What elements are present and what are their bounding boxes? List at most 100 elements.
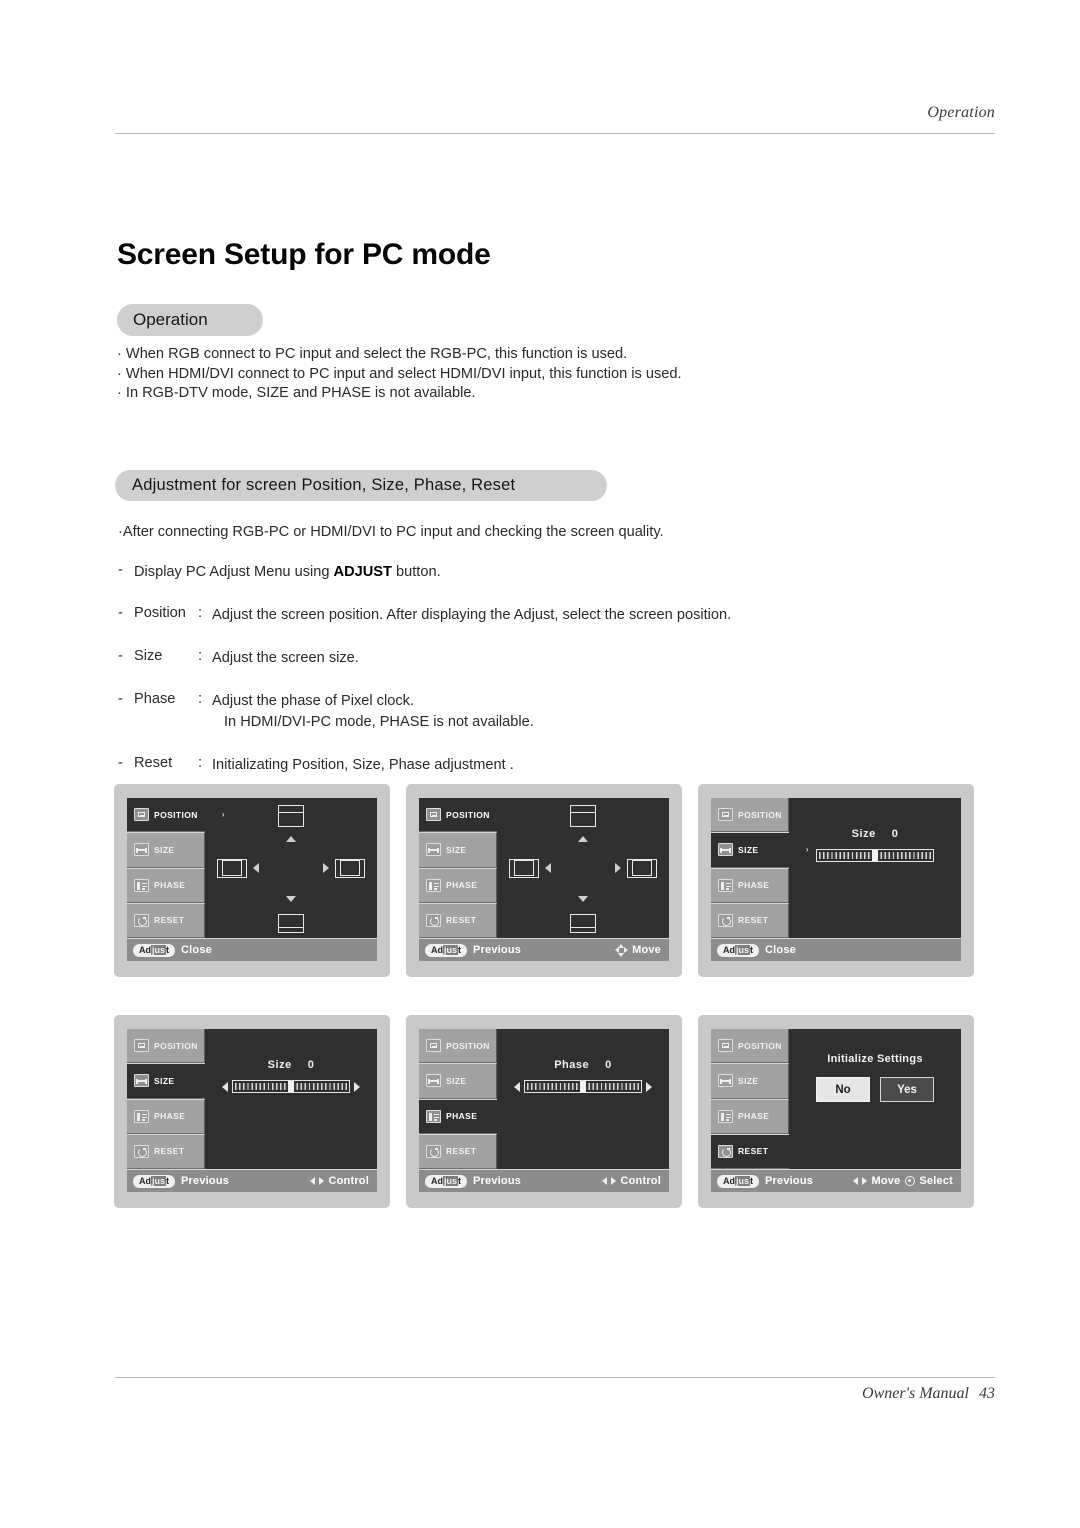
adjustment-steps: ·After connecting RGB-PC or HDMI/DVI to … <box>118 524 978 798</box>
size-icon <box>718 1074 733 1087</box>
osd-menu-item-position[interactable]: POSITION <box>419 798 497 832</box>
slider-increase-caret[interactable] <box>646 1082 652 1092</box>
slider-value: 0 <box>892 828 899 840</box>
monitor-up-screen <box>278 812 304 827</box>
size-icon <box>426 1074 441 1087</box>
position-adjust-diagram <box>205 798 377 938</box>
osd-menu-item-label: POSITION <box>446 1041 490 1051</box>
osd-menu-item-size[interactable]: SIZE <box>711 1063 789 1098</box>
step-colon: : <box>198 755 212 771</box>
osd-menu-item-phase[interactable]: PHASE <box>711 1099 789 1134</box>
arrow-right-icon <box>323 863 329 873</box>
osd-slider-pane: Size0 <box>789 798 961 938</box>
phase-icon <box>718 879 733 892</box>
position-icon <box>134 1039 149 1052</box>
osd-panel-size-control: POSITIONSIZEPHASERESETSize0AdjustPreviou… <box>114 1015 390 1208</box>
osd-menu-item-reset[interactable]: RESET <box>419 1134 497 1169</box>
osd-menu-item-size[interactable]: SIZE <box>127 832 205 867</box>
osd-menu-item-position[interactable]: POSITION <box>711 1029 789 1063</box>
slider-row <box>497 1080 669 1093</box>
header-divider <box>115 133 995 134</box>
arrow-down-icon <box>286 896 296 902</box>
osd-menu-item-size[interactable]: SIZE <box>419 1063 497 1098</box>
osd-menu-item-position[interactable]: POSITION <box>419 1029 497 1063</box>
initialize-dialog-title: Initialize Settings <box>789 1053 961 1065</box>
osd-menu-item-size[interactable]: SIZE <box>127 1063 205 1098</box>
adjust-key-chip[interactable]: Adjust <box>133 944 175 957</box>
slider-label: Size0 <box>789 828 961 840</box>
monitor-down-screen <box>570 914 596 928</box>
list-item: · In RGB-DTV mode, SIZE and PHASE is not… <box>117 384 977 404</box>
adjust-key-chip[interactable]: Adjust <box>717 944 759 957</box>
phase-icon <box>134 1110 149 1123</box>
osd-panel-size-close: POSITIONSIZE›PHASERESETSize0AdjustClose <box>698 784 974 977</box>
osd-menu-item-label: RESET <box>446 1146 476 1156</box>
slider-track[interactable] <box>524 1080 642 1093</box>
slider-track[interactable] <box>232 1080 350 1093</box>
osd-menu-item-reset[interactable]: RESET <box>127 1134 205 1169</box>
step-row-size: - Size : Adjust the screen size. <box>118 648 978 669</box>
slider-decrease-caret[interactable] <box>514 1082 520 1092</box>
osd-bar-hint-label: Select <box>919 1175 953 1187</box>
osd-bar-hints: Control <box>310 1175 369 1187</box>
osd-menu-item-label: SIZE <box>446 1076 467 1086</box>
left-right-arrow-icon <box>310 1177 324 1186</box>
list-item: · When RGB connect to PC input and selec… <box>117 345 977 365</box>
osd-menu-item-label: SIZE <box>154 1076 175 1086</box>
slider-knob[interactable] <box>872 850 878 861</box>
osd-slider-pane: Phase0 <box>497 1029 669 1169</box>
osd-bottom-bar: AdjustPreviousMoveSelect <box>711 1169 961 1192</box>
osd-menu-item-phase[interactable]: PHASE <box>127 868 205 903</box>
slider-decrease-caret[interactable] <box>222 1082 228 1092</box>
osd-screen: POSITIONSIZEPHASERESETAdjustPreviousMove <box>419 798 669 961</box>
osd-menu-item-reset[interactable]: RESET <box>419 903 497 938</box>
slider-knob[interactable] <box>580 1081 586 1092</box>
osd-menu-item-position[interactable]: POSITION <box>711 798 789 832</box>
chevron-right-icon: › <box>806 845 809 854</box>
osd-bar-hint: Select <box>905 1175 953 1187</box>
osd-bar-hint-label: Move <box>871 1175 900 1187</box>
slider-value: 0 <box>605 1059 612 1071</box>
osd-screen: POSITIONSIZEPHASERESETInitialize Setting… <box>711 1029 961 1192</box>
osd-menu-item-position[interactable]: POSITION <box>127 1029 205 1063</box>
step-description: Adjust the screen position. After displa… <box>212 605 978 626</box>
step-colon: : <box>198 605 212 621</box>
osd-menu-item-size[interactable]: SIZE› <box>711 832 789 867</box>
osd-bar-hint: Move <box>615 944 661 957</box>
adjust-key-chip[interactable]: Adjust <box>425 944 467 957</box>
slider-track[interactable] <box>816 849 934 862</box>
osd-menu-item-phase[interactable]: PHASE <box>419 868 497 903</box>
slider-knob[interactable] <box>288 1081 294 1092</box>
osd-bar-hint-label: Control <box>620 1175 661 1187</box>
position-adjust-diagram <box>497 798 669 938</box>
osd-menu-item-size[interactable]: SIZE <box>419 832 497 867</box>
osd-bar-hint: Move <box>853 1175 900 1187</box>
osd-screen: POSITIONSIZEPHASERESETPhase0AdjustPrevio… <box>419 1029 669 1192</box>
slider-row <box>789 849 961 862</box>
osd-menu-item-phase[interactable]: PHASE <box>127 1099 205 1134</box>
adjust-key-chip[interactable]: Adjust <box>425 1175 467 1188</box>
osd-menu-item-reset[interactable]: RESET <box>127 903 205 938</box>
osd-menu-item-position[interactable]: POSITION› <box>127 798 205 832</box>
chevron-right-icon: › <box>222 810 225 819</box>
osd-body: POSITIONSIZEPHASERESETInitialize Setting… <box>711 1029 961 1169</box>
osd-menu-item-reset[interactable]: RESET <box>711 1134 789 1169</box>
osd-menu-item-label: PHASE <box>738 880 769 890</box>
adjust-key-chip[interactable]: Adjust <box>717 1175 759 1188</box>
osd-menu-item-phase[interactable]: PHASE <box>419 1099 497 1134</box>
osd-menu-list: POSITION SIZE PHASE RESET <box>419 1029 497 1169</box>
no-button[interactable]: No <box>816 1077 870 1102</box>
osd-figure-row-top: POSITION›SIZEPHASERESETAdjustClosePOSITI… <box>114 784 974 977</box>
adjust-key-chip[interactable]: Adjust <box>133 1175 175 1188</box>
osd-menu-item-reset[interactable]: RESET <box>711 903 789 938</box>
osd-menu-list: POSITIONSIZEPHASERESET <box>419 798 497 938</box>
osd-body: POSITIONSIZEPHASERESETSize0 <box>127 1029 377 1169</box>
arrow-left-icon <box>253 863 259 873</box>
step-description: Display PC Adjust Menu using ADJUST butt… <box>134 562 978 583</box>
osd-menu-item-phase[interactable]: PHASE <box>711 868 789 903</box>
slider-increase-caret[interactable] <box>354 1082 360 1092</box>
reset-icon <box>134 1145 149 1158</box>
osd-menu-list: POSITIONSIZEPHASERESET <box>711 1029 789 1169</box>
osd-screen: POSITIONSIZEPHASERESETSize0AdjustPreviou… <box>127 1029 377 1192</box>
yes-button[interactable]: Yes <box>880 1077 934 1102</box>
